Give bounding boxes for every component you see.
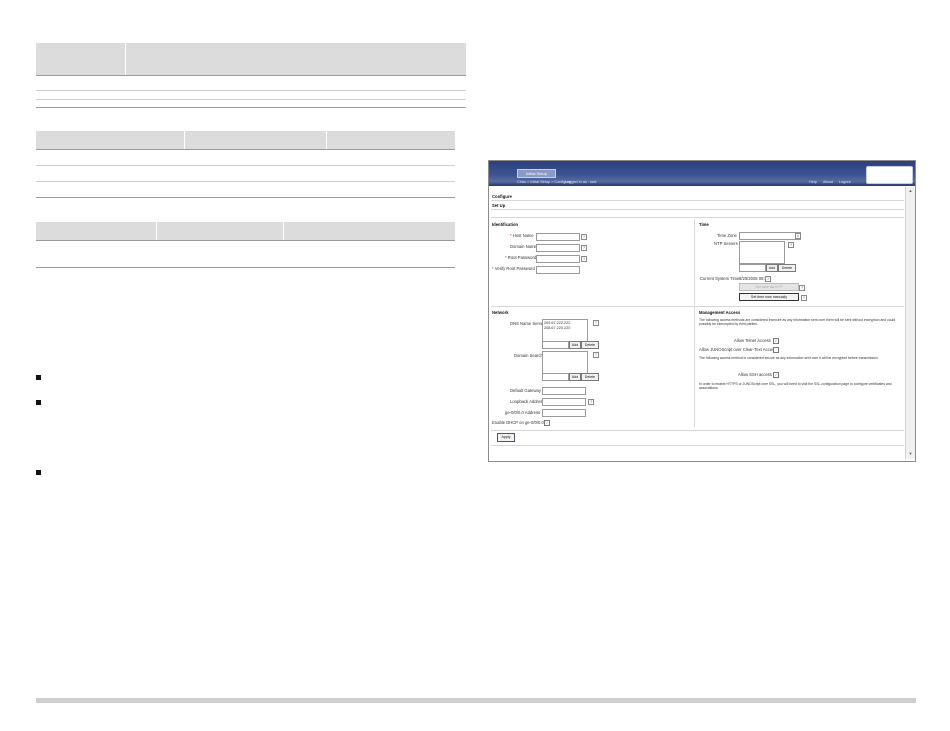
bullet — [36, 375, 41, 380]
domain-name-input[interactable] — [536, 244, 580, 252]
bullet — [36, 470, 41, 475]
page-subtitle: Set Up — [492, 203, 506, 208]
ge-address-label: ge-0/0/0.0 Address — [505, 410, 541, 415]
allow-junoscript-label: Allow JUNOScript over Clear-Text Access — [699, 347, 777, 352]
chevron-up-icon[interactable]: ▲ — [907, 188, 914, 194]
identification-heading: Identification — [492, 222, 519, 227]
management-heading: Management Access — [699, 310, 741, 315]
host-name-label: * Host Name — [510, 233, 534, 238]
help-icon[interactable]: ? — [801, 295, 807, 301]
time-zone-label: Time Zone — [717, 233, 737, 238]
allow-ssh-checkbox[interactable]: ✓ — [773, 372, 779, 378]
enable-dhcp-label: Enable DHCP on ge-0/0/0.0 — [492, 420, 544, 425]
ge-address-input[interactable] — [542, 409, 586, 417]
domain-search-label: Domain Search — [514, 353, 543, 358]
current-system-time-label: Current System Time — [700, 276, 740, 281]
domain-search-input[interactable] — [542, 373, 569, 381]
table-row — [36, 165, 455, 166]
help-icon[interactable]: ? — [588, 399, 594, 405]
help-icon[interactable]: ? — [581, 245, 587, 251]
footer-bar — [36, 698, 916, 703]
help-icon[interactable]: ? — [581, 256, 587, 262]
loopback-address-input[interactable] — [542, 398, 586, 406]
host-name-input[interactable] — [536, 233, 580, 241]
table-1 — [36, 43, 466, 109]
dns-server-value: 208.67.220.220 — [544, 326, 571, 330]
domain-delete-button[interactable]: Delete — [581, 373, 599, 381]
set-time-ntp-button[interactable]: Set time via NTP — [739, 283, 799, 291]
help-icon[interactable]: ? — [765, 276, 771, 282]
verify-root-password-label: * Verify Root Password — [492, 266, 535, 271]
default-gateway-label: Default Gateway — [510, 388, 541, 393]
page-title: Configure — [492, 194, 512, 199]
table-row — [36, 267, 455, 268]
chevron-down-icon[interactable]: ▼ — [907, 451, 914, 457]
table-row — [36, 181, 455, 182]
help-icon[interactable]: ? — [581, 234, 587, 240]
time-zone-select[interactable] — [739, 232, 801, 240]
dns-server-value: 209.67.222.222 — [544, 321, 571, 325]
help-link[interactable]: Help — [809, 180, 817, 184]
table-row — [36, 99, 466, 100]
dns-add-button[interactable]: Add — [569, 341, 581, 349]
ntp-server-input[interactable] — [739, 264, 766, 272]
root-password-input[interactable] — [536, 255, 580, 263]
verify-root-password-input[interactable] — [536, 266, 580, 274]
ntp-servers-list[interactable] — [739, 241, 785, 264]
about-link[interactable]: About — [823, 180, 833, 184]
allow-junoscript-checkbox[interactable] — [773, 347, 779, 353]
chevron-down-icon[interactable]: ▾ — [795, 233, 801, 239]
ntp-servers-label: NTP Servers — [714, 241, 738, 246]
table-header — [36, 43, 466, 76]
management-note-secure: The following access method is considere… — [699, 356, 879, 360]
network-heading: Network — [492, 310, 509, 315]
logged-in-label: Logged in as : root — [565, 180, 597, 184]
domain-search-list[interactable] — [542, 351, 588, 374]
root-password-label: * Root Password — [505, 255, 537, 260]
table-row — [36, 197, 455, 198]
vertical-scrollbar[interactable]: ▲ ▼ — [905, 187, 915, 459]
help-icon[interactable]: ? — [799, 285, 805, 291]
help-icon[interactable]: ? — [788, 242, 794, 248]
ntp-delete-button[interactable]: Delete — [778, 264, 796, 272]
apply-button[interactable]: Apply — [497, 433, 515, 442]
ntp-add-button[interactable]: Add — [766, 264, 778, 272]
table-row — [36, 107, 466, 108]
breadcrumb: Chas > Initial Setup > Configure — [517, 180, 571, 184]
dns-server-input[interactable] — [542, 341, 569, 349]
jweb-setup-screenshot: Initial Setup Chas > Initial Setup > Con… — [488, 160, 916, 462]
default-gateway-input[interactable] — [542, 387, 586, 395]
allow-telnet-label: Allow Telnet Access — [734, 338, 771, 343]
table-2 — [36, 131, 455, 201]
domain-add-button[interactable]: Add — [569, 373, 581, 381]
tab-initial-setup[interactable]: Initial Setup — [517, 169, 556, 178]
allow-telnet-checkbox[interactable]: ✓ — [773, 338, 779, 344]
enable-dhcp-checkbox[interactable]: ✓ — [544, 420, 550, 426]
dns-servers-list[interactable]: 209.67.222.222 208.67.220.220 — [542, 319, 588, 342]
domain-name-label: Domain Name — [510, 244, 537, 249]
management-note-ssl: In order to enable HTTPS or JUNOScript o… — [699, 382, 892, 391]
logout-link[interactable]: Logout — [839, 180, 851, 184]
allow-ssh-label: Allow SSH access — [738, 372, 772, 377]
set-time-manually-button[interactable]: Set time now manually — [739, 293, 799, 301]
logo — [866, 166, 913, 184]
help-icon[interactable]: ? — [593, 352, 599, 358]
bullet — [36, 400, 41, 405]
top-banner: Initial Setup Chas > Initial Setup > Con… — [489, 161, 915, 186]
dns-delete-button[interactable]: Delete — [581, 341, 599, 349]
table-header — [36, 131, 455, 150]
table-3 — [36, 222, 455, 270]
loopback-address-label: Loopback Address — [510, 399, 545, 404]
management-note-insecure: The following access methods are conside… — [699, 318, 896, 327]
help-icon[interactable]: ? — [593, 320, 599, 326]
time-heading: Time — [699, 222, 709, 227]
table-row — [36, 90, 466, 91]
table-header — [36, 222, 455, 241]
